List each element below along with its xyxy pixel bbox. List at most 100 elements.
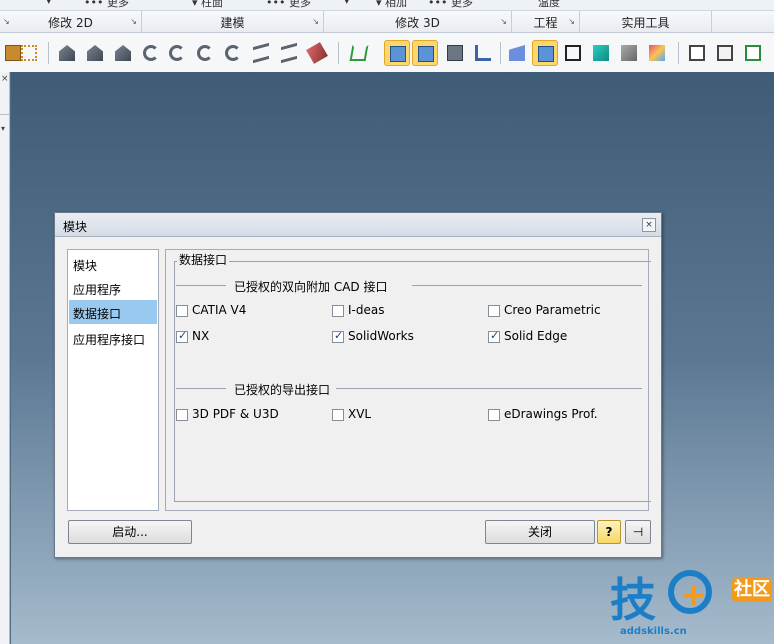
- checkbox-box[interactable]: [176, 305, 188, 317]
- watermark-plus-icon: +: [681, 578, 707, 613]
- checkbox-box[interactable]: ✓: [176, 329, 188, 343]
- toolbar-separator: [500, 42, 501, 64]
- sweep-tool-icon[interactable]: [138, 40, 164, 66]
- toolbar-separator: [48, 42, 49, 64]
- nav-item-applications[interactable]: 应用程序: [69, 276, 157, 300]
- check-icon: ✓: [334, 329, 344, 342]
- checkbox-box[interactable]: [488, 305, 500, 317]
- ribbon-top-more-2[interactable]: ••• 更多: [266, 0, 311, 10]
- checkbox-label: XVL: [348, 407, 372, 421]
- shaded-tool-icon[interactable]: [588, 40, 614, 66]
- pin-button[interactable]: ⊣: [625, 520, 651, 544]
- close-button[interactable]: 关闭: [485, 520, 595, 544]
- checkbox-box[interactable]: ✓: [488, 329, 500, 343]
- left-panel-strip: × ▾: [0, 72, 10, 644]
- ribbon-group-label: 建模: [220, 16, 245, 30]
- help-button[interactable]: ?: [597, 520, 621, 544]
- chevron-down-icon[interactable]: ▾: [1, 124, 5, 133]
- checkbox-box[interactable]: ✓: [332, 329, 344, 343]
- watermark-logo: 技 + 社区 addskills.cn: [606, 564, 772, 642]
- helix-tool-icon[interactable]: [248, 40, 274, 66]
- checkbox-label: eDrawings Prof.: [504, 407, 598, 421]
- wireframe-tool-icon[interactable]: [560, 40, 586, 66]
- divider: [336, 388, 642, 389]
- render-tool-icon[interactable]: [616, 40, 642, 66]
- data-interface-panel: 数据接口 已授权的双向附加 CAD 接口 CATIA V4 I-deas Cre…: [165, 249, 651, 511]
- module-nav-list: 模块 应用程序 数据接口 应用程序接口: [67, 249, 159, 511]
- checkbox-box[interactable]: [332, 409, 344, 421]
- ribbon-group-bar: ↘ 修改 2D ↘ 建模 ↘ 修改 3D ↘ 工程 ↘ 实用工具: [0, 11, 774, 33]
- section-header-export: 已授权的导出接口: [176, 381, 642, 397]
- extrude-add-tool-icon[interactable]: [110, 40, 136, 66]
- divider: [176, 388, 226, 389]
- part-tool-icon[interactable]: [532, 40, 558, 66]
- ribbon-group-label: 修改 2D: [48, 16, 93, 30]
- ribbon-group-modeling: 建模 ↘: [142, 11, 324, 33]
- dialog-titlebar[interactable]: 模块 ×: [55, 213, 661, 237]
- ribbon-group-label: 修改 3D: [395, 16, 440, 30]
- 3d-sketch-tool-icon[interactable]: [346, 40, 372, 66]
- checkbox-label: 3D PDF & U3D: [192, 407, 279, 421]
- measure-tool-icon[interactable]: [470, 40, 496, 66]
- ribbon-group-modify3d: 修改 3D ↘: [324, 11, 512, 33]
- ribbon-top-cylinder[interactable]: ▾ 柱面: [192, 0, 223, 10]
- screenshot-tool-icon[interactable]: [740, 40, 766, 66]
- extrude-cut-tool-icon[interactable]: [82, 40, 108, 66]
- ribbon: ▾ ••• 更多 ▾ 柱面 ••• 更多 ▾ ▾ 相加 ••• 更多 温度 ↘ …: [0, 0, 774, 72]
- ribbon-group-label: 实用工具: [621, 16, 670, 30]
- divider: [176, 285, 226, 286]
- group-expand-icon[interactable]: ↘: [312, 17, 319, 26]
- face-tool-icon[interactable]: [504, 40, 530, 66]
- ribbon-top-dropdown-1[interactable]: ▾: [46, 0, 52, 7]
- stack-tool-icon[interactable]: [442, 40, 468, 66]
- ribbon-top-add[interactable]: ▾ 相加: [376, 0, 407, 10]
- extrude-tool-icon[interactable]: [54, 40, 80, 66]
- checkbox-box[interactable]: [176, 409, 188, 421]
- color-tool-icon[interactable]: [644, 40, 670, 66]
- check-icon: ✓: [178, 329, 188, 342]
- helix-cut-tool-icon[interactable]: [276, 40, 302, 66]
- dialog-close-button[interactable]: ×: [642, 218, 656, 232]
- checkbox-label: CATIA V4: [192, 303, 247, 317]
- ribbon-top-temperature[interactable]: 温度: [538, 0, 560, 10]
- dialog-title: 模块: [63, 220, 88, 234]
- checkbox-label: NX: [192, 329, 210, 343]
- nav-item-data-interfaces[interactable]: 数据接口: [69, 300, 157, 324]
- arc-tool-icon[interactable]: [164, 40, 190, 66]
- checkbox-box[interactable]: [332, 305, 344, 317]
- ribbon-top-row: ▾ ••• 更多 ▾ 柱面 ••• 更多 ▾ ▾ 相加 ••• 更多 温度: [0, 0, 774, 11]
- ribbon-toolbar: [0, 34, 774, 72]
- divider: [0, 114, 9, 115]
- checkbox-label: SolidWorks: [348, 329, 414, 343]
- revolve-tool-icon[interactable]: [192, 40, 218, 66]
- checkbox-label: I-deas: [348, 303, 385, 317]
- export-tool-icon[interactable]: [712, 40, 738, 66]
- nav-item-api[interactable]: 应用程序接口: [69, 326, 157, 350]
- ribbon-top-more-1[interactable]: ••• 更多: [84, 0, 129, 10]
- pattern-tool-icon[interactable]: [16, 40, 42, 66]
- checkbox-label: Solid Edge: [504, 329, 568, 343]
- loft-tool-icon[interactable]: [304, 40, 330, 66]
- toolbar-separator: [338, 42, 339, 64]
- ribbon-top-dropdown-2[interactable]: ▾: [344, 0, 350, 7]
- section-label: 已授权的双向附加 CAD 接口: [234, 280, 388, 294]
- section-label: 已授权的导出接口: [234, 383, 331, 397]
- revolve-cut-tool-icon[interactable]: [220, 40, 246, 66]
- nav-item-modules[interactable]: 模块: [69, 252, 157, 276]
- ribbon-group-utilities: 实用工具: [580, 11, 712, 33]
- checkbox-label: Creo Parametric: [504, 303, 601, 317]
- face-box-tool-icon[interactable]: [412, 40, 438, 66]
- group-expand-icon[interactable]: ↘: [130, 17, 137, 26]
- toolbar-separator: [678, 42, 679, 64]
- watermark-badge: 社区: [732, 578, 772, 602]
- section-header-cad: 已授权的双向附加 CAD 接口: [176, 278, 642, 294]
- group-expand-icon[interactable]: ↘: [500, 17, 507, 26]
- close-icon[interactable]: ×: [1, 74, 9, 84]
- group-expand-icon[interactable]: ↘: [568, 17, 575, 26]
- modules-dialog: 模块 × 模块 应用程序 数据接口 应用程序接口 数据接口 已授权的双向附加 C…: [54, 212, 662, 558]
- solid-box-tool-icon[interactable]: [384, 40, 410, 66]
- checkbox-box[interactable]: [488, 409, 500, 421]
- ribbon-top-more-3[interactable]: ••• 更多: [428, 0, 473, 10]
- start-button[interactable]: 启动...: [68, 520, 192, 544]
- print-tool-icon[interactable]: [684, 40, 710, 66]
